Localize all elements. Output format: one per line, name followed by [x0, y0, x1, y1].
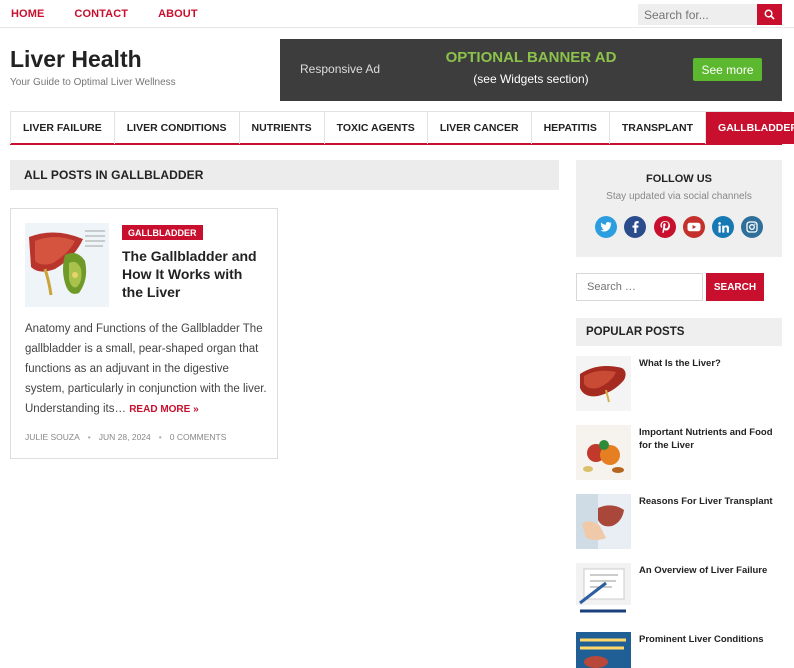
archive-header: ALL POSTS IN GALLBLADDER	[10, 160, 559, 190]
popular-post-title[interactable]: An Overview of Liver Failure	[639, 564, 784, 577]
instagram-icon[interactable]	[741, 216, 764, 238]
diagnosis-illustration	[576, 563, 631, 618]
post-comments[interactable]: 0 COMMENTS	[170, 432, 227, 442]
site-title[interactable]: Liver Health	[10, 46, 142, 73]
nav-toxic-agents[interactable]: TOXIC AGENTS	[325, 112, 428, 144]
popular-post-title[interactable]: What Is the Liver?	[639, 357, 784, 370]
popular-post-thumbnail[interactable]	[576, 632, 631, 668]
nav-liver-conditions[interactable]: LIVER CONDITIONS	[115, 112, 240, 144]
popular-post-thumbnail[interactable]	[576, 563, 631, 618]
follow-us-widget: FOLLOW US Stay updated via social channe…	[576, 160, 782, 257]
popular-post-title[interactable]: Prominent Liver Conditions	[639, 633, 784, 646]
site-tagline: Your Guide to Optimal Liver Wellness	[10, 77, 176, 88]
social-icons	[595, 216, 771, 238]
popular-post-title[interactable]: Reasons For Liver Transplant	[639, 495, 784, 508]
banner-ad[interactable]: Responsive Ad OPTIONAL BANNER AD (see Wi…	[280, 39, 782, 101]
post-date: JUN 28, 2024	[98, 432, 151, 442]
liver-conditions-illustration	[576, 632, 631, 668]
popular-post-item[interactable]: Important Nutrients and Food for the Liv…	[576, 425, 782, 481]
popular-post-title[interactable]: Important Nutrients and Food for the Liv…	[639, 426, 784, 452]
popular-post-thumbnail[interactable]	[576, 494, 631, 549]
banner-headline-text: OPTIONAL BANNER AD	[445, 49, 617, 66]
nav-liver-failure[interactable]: LIVER FAILURE	[10, 112, 115, 144]
banner-subline-text: (see Widgets section)	[473, 72, 589, 86]
nav-nutrients[interactable]: NUTRIENTS	[240, 112, 325, 144]
meta-separator: •	[158, 432, 162, 442]
youtube-icon[interactable]	[682, 216, 705, 238]
popular-post-item[interactable]: Reasons For Liver Transplant	[576, 494, 782, 550]
post-excerpt: Anatomy and Functions of the Gallbladder…	[25, 319, 269, 420]
post-excerpt-text: Anatomy and Functions of the Gallbladder…	[25, 323, 267, 415]
post-title[interactable]: The Gallbladder and How It Works with th…	[122, 247, 267, 301]
search-icon	[764, 9, 775, 20]
nav-contact-link[interactable]: CONTACT	[74, 8, 128, 20]
sidebar-search-input[interactable]	[576, 273, 703, 301]
pinterest-icon[interactable]	[653, 216, 676, 238]
archive-title: ALL POSTS IN GALLBLADDER	[24, 168, 204, 182]
top-navigation: HOME CONTACT ABOUT	[11, 8, 228, 20]
nav-liver-cancer[interactable]: LIVER CANCER	[428, 112, 532, 144]
post-author[interactable]: JULIE SOUZA	[25, 432, 80, 442]
follow-subtitle: Stay updated via social channels	[606, 191, 752, 202]
liver-illustration	[576, 356, 631, 411]
post-thumbnail[interactable]	[25, 223, 109, 307]
popular-posts-header: POPULAR POSTS	[576, 318, 782, 346]
popular-post-item[interactable]: An Overview of Liver Failure	[576, 563, 782, 619]
twitter-icon[interactable]	[595, 216, 617, 238]
top-search	[638, 4, 782, 25]
nav-home-link[interactable]: HOME	[11, 8, 44, 20]
post-card: GALLBLADDER The Gallbladder and How It W…	[10, 208, 278, 459]
popular-post-thumbnail[interactable]	[576, 425, 631, 480]
follow-title: FOLLOW US	[646, 173, 712, 185]
top-bar: HOME CONTACT ABOUT	[0, 0, 794, 28]
post-meta: JULIE SOUZA • JUN 28, 2024 • 0 COMMENTS	[25, 432, 226, 442]
sidebar-search-button[interactable]: SEARCH	[706, 273, 764, 301]
nav-gallbladder[interactable]: GALLBLADDER	[706, 112, 794, 144]
facebook-icon[interactable]	[624, 216, 647, 238]
nav-hepatitis[interactable]: HEPATITIS	[532, 112, 610, 144]
linkedin-icon[interactable]	[712, 216, 735, 238]
popular-posts-title: POPULAR POSTS	[586, 326, 685, 338]
gallbladder-illustration	[25, 223, 109, 307]
post-category-badge[interactable]: GALLBLADDER	[122, 225, 203, 240]
nav-about-link[interactable]: ABOUT	[158, 8, 198, 20]
meta-separator: •	[87, 432, 91, 442]
nav-transplant[interactable]: TRANSPLANT	[610, 112, 707, 144]
main-navigation: LIVER FAILURE LIVER CONDITIONS NUTRIENTS…	[10, 111, 794, 145]
read-more-link[interactable]: READ MORE »	[129, 404, 198, 415]
food-illustration	[576, 425, 631, 480]
popular-post-item[interactable]: What Is the Liver?	[576, 356, 782, 412]
popular-post-item[interactable]: Prominent Liver Conditions	[576, 632, 782, 668]
transplant-illustration	[576, 494, 631, 549]
see-more-button[interactable]: See more	[693, 58, 762, 81]
top-search-input[interactable]	[638, 4, 757, 25]
popular-post-thumbnail[interactable]	[576, 356, 631, 411]
top-search-button[interactable]	[757, 4, 782, 25]
